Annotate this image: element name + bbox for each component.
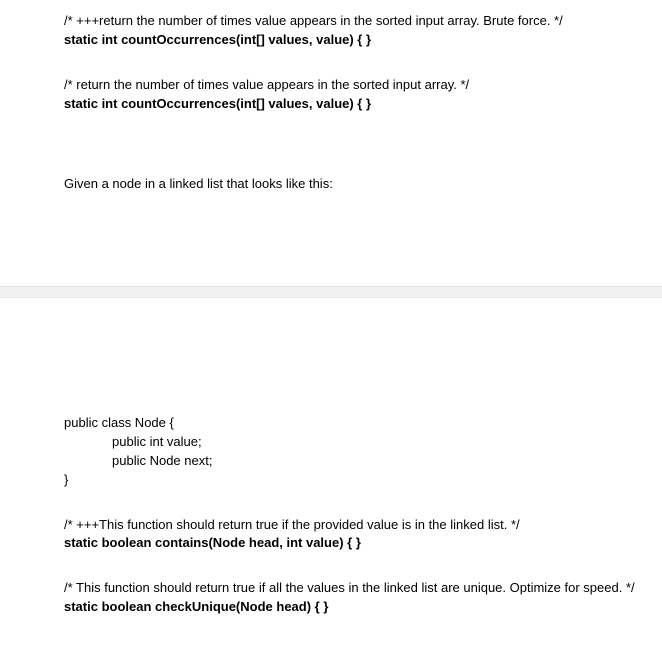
code-block-2: /* return the number of times value appe… — [64, 76, 662, 114]
class-line-2: public int value; — [64, 433, 662, 452]
code-block-3: /* +++This function should return true i… — [64, 516, 662, 554]
signature-3: static boolean contains(Node head, int v… — [64, 534, 662, 553]
comment-2: /* return the number of times value appe… — [64, 76, 662, 95]
class-line-4: } — [64, 471, 662, 490]
signature-2: static int countOccurrences(int[] values… — [64, 95, 662, 114]
class-line-3: public Node next; — [64, 452, 662, 471]
page-divider — [0, 286, 662, 298]
spacer — [64, 194, 662, 274]
comment-1: /* +++return the number of times value a… — [64, 12, 662, 31]
comment-3: /* +++This function should return true i… — [64, 516, 662, 535]
code-block-1: /* +++return the number of times value a… — [64, 12, 662, 50]
prose-linked-list-intro: Given a node in a linked list that looks… — [64, 175, 662, 194]
spacer — [64, 139, 662, 175]
upper-section: /* +++return the number of times value a… — [0, 0, 662, 286]
comment-4: /* This function should return true if a… — [64, 579, 662, 598]
class-line-1: public class Node { — [64, 414, 662, 433]
signature-4: static boolean checkUnique(Node head) { … — [64, 598, 662, 617]
spacer — [64, 310, 662, 414]
node-class-block: public class Node { public int value; pu… — [64, 414, 662, 489]
signature-1: static int countOccurrences(int[] values… — [64, 31, 662, 50]
lower-section: public class Node { public int value; pu… — [0, 298, 662, 655]
code-block-4: /* This function should return true if a… — [64, 579, 662, 617]
